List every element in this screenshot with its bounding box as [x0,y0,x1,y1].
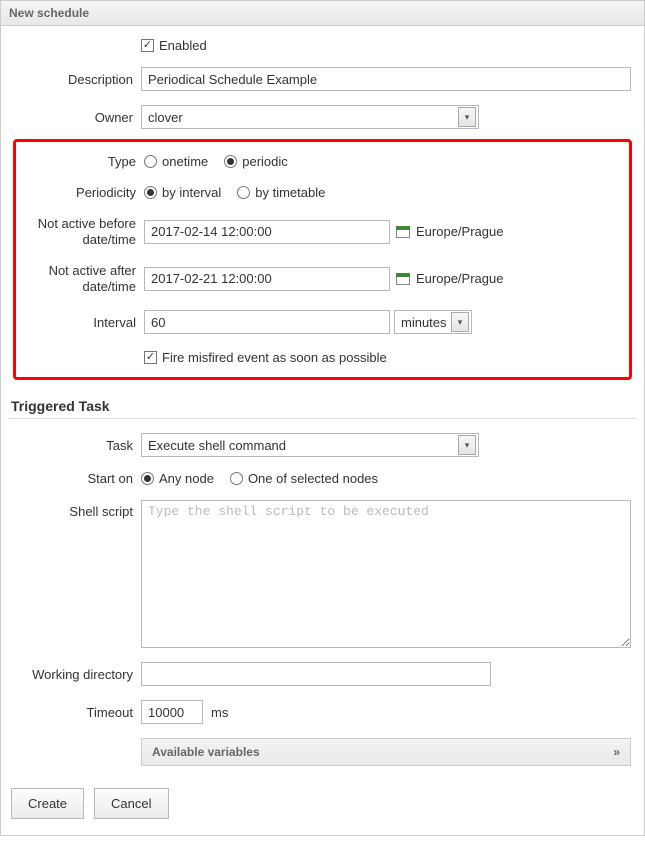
task-label: Task [9,438,141,453]
start-on-any-radio[interactable] [141,472,154,485]
not-active-before-tz: Europe/Prague [416,224,503,239]
calendar-icon[interactable] [396,273,410,285]
type-periodic-radio[interactable] [224,155,237,168]
workdir-input[interactable] [141,662,491,686]
type-periodic-label: periodic [242,154,288,169]
type-onetime-label: onetime [162,154,208,169]
not-active-before-label: Not active before date/time [24,216,144,247]
interval-unit-select[interactable]: minutes ▾ [394,310,472,334]
available-variables-label: Available variables [152,745,260,759]
shell-script-input[interactable] [141,500,631,648]
task-select[interactable]: Execute shell command ▾ [141,433,479,457]
calendar-icon[interactable] [396,226,410,238]
owner-label: Owner [9,110,141,125]
type-label: Type [24,154,144,169]
periodicity-timetable-radio[interactable] [237,186,250,199]
divider [9,418,636,419]
chevron-down-icon: ▾ [458,435,476,455]
start-on-any-label: Any node [159,471,214,486]
type-onetime-radio[interactable] [144,155,157,168]
create-button[interactable]: Create [11,788,84,819]
timeout-unit: ms [211,705,228,720]
enabled-checkbox[interactable]: ✓ [141,39,154,52]
new-schedule-panel: New schedule ✓ Enabled Description Owner [0,0,645,836]
periodicity-interval-label: by interval [162,185,221,200]
interval-input[interactable] [144,310,390,334]
owner-select[interactable]: clover ▾ [141,105,479,129]
periodicity-interval-radio[interactable] [144,186,157,199]
enabled-label: Enabled [159,38,207,53]
workdir-label: Working directory [9,667,141,682]
periodicity-label: Periodicity [24,185,144,200]
expand-icon: » [613,745,620,759]
fire-misfired-checkbox[interactable]: ✓ [144,351,157,364]
fire-misfired-label: Fire misfired event as soon as possible [162,350,387,365]
start-on-selected-radio[interactable] [230,472,243,485]
not-active-after-label: Not active after date/time [24,263,144,294]
schedule-timing-group: Type onetime periodic [13,139,632,380]
description-label: Description [9,72,141,87]
description-input[interactable] [141,67,631,91]
chevron-down-icon: ▾ [458,107,476,127]
interval-label: Interval [24,315,144,330]
available-variables-toggle[interactable]: Available variables » [141,738,631,766]
shell-script-label: Shell script [9,500,141,519]
not-active-after-tz: Europe/Prague [416,271,503,286]
not-active-before-input[interactable] [144,220,390,244]
timeout-input[interactable] [141,700,203,724]
periodicity-timetable-label: by timetable [255,185,325,200]
not-active-after-input[interactable] [144,267,390,291]
timeout-label: Timeout [9,705,141,720]
start-on-label: Start on [9,471,141,486]
triggered-task-title: Triggered Task [11,398,636,414]
panel-title: New schedule [1,1,644,26]
cancel-button[interactable]: Cancel [94,788,168,819]
start-on-selected-label: One of selected nodes [248,471,378,486]
chevron-down-icon: ▾ [451,312,469,332]
